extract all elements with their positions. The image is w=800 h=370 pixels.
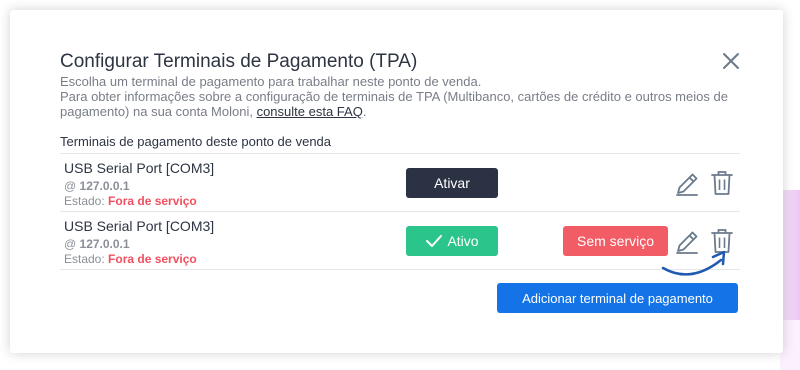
add-terminal-button[interactable]: Adicionar terminal de pagamento [497, 283, 738, 313]
description-end: . [362, 104, 367, 119]
description-line-2: Para obter informações sobre a configura… [60, 89, 730, 119]
edit-icon[interactable] [674, 171, 700, 197]
out-of-service-button[interactable]: Sem serviço [563, 226, 668, 256]
description-text: Para obter informações sobre a configura… [60, 89, 728, 119]
terminal-ip: @ 127.0.0.1 [64, 237, 130, 251]
check-icon [426, 235, 443, 247]
activate-button[interactable]: Ativar [406, 168, 498, 198]
background-accent-lower [780, 320, 800, 370]
pointer-arrow-icon [657, 244, 737, 286]
status-value: Fora de serviço [108, 252, 197, 266]
trash-icon[interactable] [710, 170, 734, 196]
modal-description: Escolha um terminal de pagamento para tr… [60, 74, 730, 119]
terminal-name: USB Serial Port [COM3] [64, 160, 215, 176]
modal-title: Configurar Terminais de Pagamento (TPA) [60, 51, 418, 72]
terminals-table: USB Serial Port [COM3] @ 127.0.0.1 Estad… [60, 153, 740, 270]
ip-prefix: @ [64, 237, 80, 251]
faq-link[interactable]: consulte esta FAQ [257, 104, 363, 119]
description-line-1: Escolha um terminal de pagamento para tr… [60, 74, 482, 89]
terminal-row: USB Serial Port [COM3] @ 127.0.0.1 Estad… [60, 154, 740, 212]
active-button[interactable]: Ativo [406, 226, 498, 256]
terminal-row: USB Serial Port [COM3] @ 127.0.0.1 Estad… [60, 212, 740, 270]
close-icon[interactable] [720, 50, 742, 72]
status-value: Fora de serviço [108, 194, 197, 208]
terminal-name: USB Serial Port [COM3] [64, 218, 215, 234]
ip-prefix: @ [64, 179, 80, 193]
terminal-status: Estado: Fora de serviço [64, 252, 197, 266]
status-label: Estado: [64, 252, 109, 266]
active-label: Ativo [447, 233, 479, 249]
tpa-config-modal: Configurar Terminais de Pagamento (TPA) … [10, 10, 783, 353]
terminal-status: Estado: Fora de serviço [64, 194, 197, 208]
terminal-ip: @ 127.0.0.1 [64, 179, 130, 193]
section-label: Terminais de pagamento deste ponto de ve… [60, 134, 332, 149]
status-label: Estado: [64, 194, 109, 208]
ip-value: 127.0.0.1 [79, 179, 130, 193]
ip-value: 127.0.0.1 [79, 237, 130, 251]
